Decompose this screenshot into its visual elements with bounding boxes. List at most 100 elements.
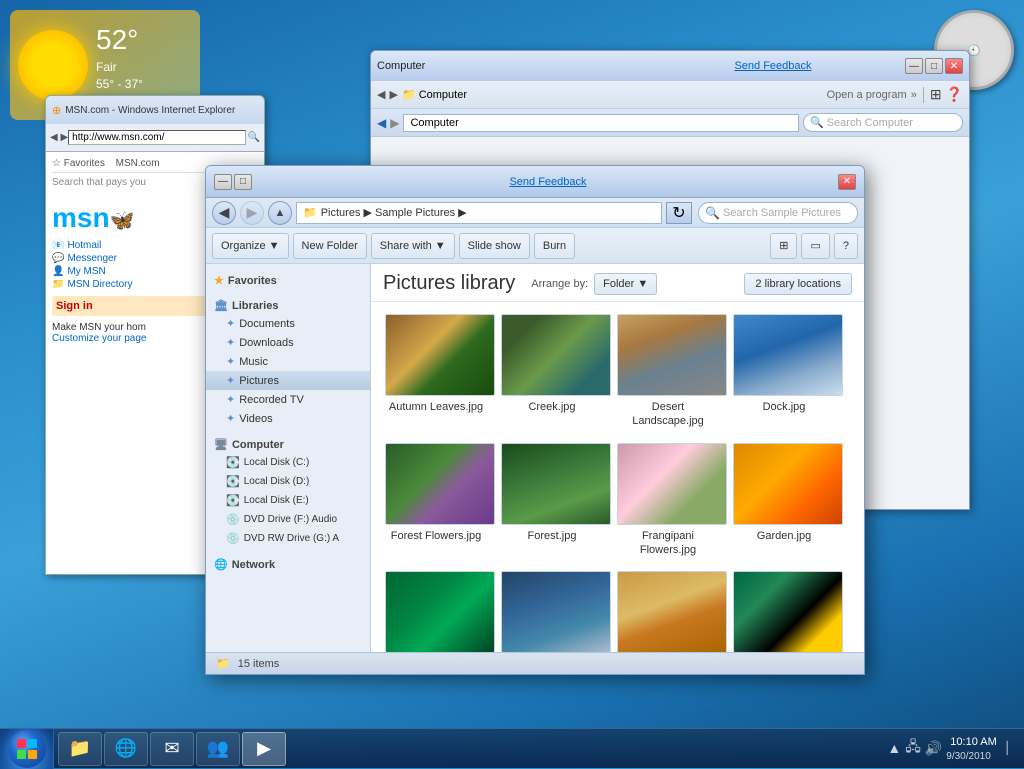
help-btn[interactable]: ? [834, 233, 858, 259]
image-grid: Autumn Leaves.jpg Creek.jpg Desert Lands… [371, 302, 864, 674]
image-item[interactable]: Frangipani Flowers.jpg [613, 439, 723, 562]
computer-section[interactable]: 🖥 Computer [206, 434, 370, 453]
image-item[interactable]: Forest Flowers.jpg [381, 439, 491, 562]
status-items-count: 15 items [238, 658, 280, 670]
pictures-address-bar: ◀ ▶ ▲ 📁 Pictures ▶ Sample Pictures ▶ ↻ 🔍… [206, 198, 864, 228]
nav-videos[interactable]: ✦ Videos [206, 409, 370, 428]
image-item[interactable]: Desert Landscape.jpg [613, 310, 723, 433]
up-btn[interactable]: ▲ [268, 201, 292, 225]
nav-music[interactable]: ✦ Music [206, 352, 370, 371]
weather-range: 55° - 37° [96, 76, 174, 93]
tray-clock[interactable]: 10:10 AM 9/30/2010 [946, 735, 1000, 761]
image-thumbnail [385, 314, 495, 396]
new-folder-btn[interactable]: New Folder [293, 233, 367, 259]
computer-title: Computer [377, 60, 641, 72]
windows-logo-icon [16, 738, 38, 760]
taskbar-items: 📁 🌐 ✉ 👥 ▶ [54, 732, 879, 766]
image-thumbnail [733, 571, 843, 653]
computer-close-btn[interactable]: ✕ [945, 58, 963, 74]
drive-c-icon: 💽 [226, 456, 240, 469]
arrange-label: Arrange by: [531, 278, 588, 290]
taskbar-messenger-btn[interactable]: 👥 [196, 732, 240, 766]
nav-local-disk-e[interactable]: 💽 Local Disk (E:) [206, 491, 370, 510]
image-thumbnail [501, 314, 611, 396]
image-thumbnail [733, 314, 843, 396]
nav-pane: ★ Favorites 🏛 Libraries ✦ Documents ✦ Do… [206, 264, 371, 674]
taskbar-media-btn[interactable]: ▶ [242, 732, 286, 766]
share-with-btn[interactable]: Share with ▼ [371, 233, 455, 259]
pictures-maximize-btn[interactable]: □ [234, 174, 252, 190]
computer-send-feedback[interactable]: Send Feedback [641, 60, 905, 72]
image-thumbnail [385, 443, 495, 525]
recorded-tv-icon: ✦ [226, 393, 235, 406]
tray-volume-icon[interactable]: 🔊 [925, 740, 942, 757]
arrange-by-btn[interactable]: Folder ▼ [594, 273, 657, 295]
library-locations-btn[interactable]: 2 library locations [744, 273, 852, 295]
libraries-icon: 🏛 [214, 299, 228, 312]
nav-recorded-tv[interactable]: ✦ Recorded TV [206, 390, 370, 409]
pictures-icon: ✦ [226, 374, 235, 387]
view-pane-btn[interactable]: ▭ [801, 233, 829, 259]
nav-dvd-g[interactable]: 💿 DVD RW Drive (G:) A [206, 529, 370, 548]
downloads-icon: ✦ [226, 336, 235, 349]
refresh-btn[interactable]: ↻ [666, 202, 692, 224]
nav-pictures[interactable]: ✦ Pictures [206, 371, 370, 390]
pictures-close-btn[interactable]: ✕ [838, 174, 856, 190]
nav-downloads[interactable]: ✦ Downloads [206, 333, 370, 352]
organize-btn[interactable]: Organize ▼ [212, 233, 289, 259]
start-orb [8, 730, 46, 768]
forward-btn[interactable]: ▶ [240, 201, 264, 225]
pictures-window: — □ Send Feedback ✕ ◀ ▶ ▲ 📁 Pictures ▶ S… [205, 165, 865, 675]
image-thumbnail [733, 443, 843, 525]
image-thumbnail [385, 571, 495, 653]
computer-maximize-btn[interactable]: □ [925, 58, 943, 74]
dvd-f-icon: 💿 [226, 513, 240, 526]
image-item[interactable]: Creek.jpg [497, 310, 607, 433]
clock-time: 10:10 AM [946, 735, 1000, 750]
slide-show-btn[interactable]: Slide show [459, 233, 530, 259]
taskbar-mail-btn[interactable]: ✉ [150, 732, 194, 766]
main-area: ★ Favorites 🏛 Libraries ✦ Documents ✦ Do… [206, 264, 864, 674]
pictures-minimize-btn[interactable]: — [214, 174, 232, 190]
image-item[interactable]: Autumn Leaves.jpg [381, 310, 491, 433]
tray-arrow-icon[interactable]: ▲ [887, 740, 901, 756]
back-btn[interactable]: ◀ [212, 201, 236, 225]
weather-temperature: 52° [96, 20, 174, 59]
pictures-send-feedback[interactable]: Send Feedback [258, 176, 838, 188]
ie-url-input[interactable] [68, 130, 245, 145]
computer-search-input[interactable]: 🔍 Search Computer [803, 113, 963, 132]
address-path: 📁 Pictures ▶ Sample Pictures ▶ [296, 202, 662, 224]
start-button[interactable] [0, 729, 54, 769]
favorites-section[interactable]: ★ Favorites [206, 270, 370, 289]
nav-local-disk-d[interactable]: 💽 Local Disk (D:) [206, 472, 370, 491]
videos-icon: ✦ [226, 412, 235, 425]
tray-network-icon[interactable]: 🖧 [905, 736, 921, 760]
search-icon: 🔍 [705, 206, 720, 220]
view-btn[interactable]: ⊞ [770, 233, 797, 259]
weather-sun-icon [18, 30, 88, 100]
burn-btn[interactable]: Burn [534, 233, 575, 259]
computer-back-btn[interactable]: ◀ [377, 116, 386, 130]
taskbar-explorer-btn[interactable]: 📁 [58, 732, 102, 766]
libraries-section[interactable]: 🏛 Libraries [206, 295, 370, 314]
image-item[interactable]: Garden.jpg [729, 439, 839, 562]
computer-minimize-btn[interactable]: — [905, 58, 923, 74]
image-thumbnail [617, 443, 727, 525]
image-item[interactable]: Dock.jpg [729, 310, 839, 433]
taskbar-ie-btn[interactable]: 🌐 [104, 732, 148, 766]
status-folder-icon: 📁 [216, 657, 230, 670]
image-item[interactable]: Forest.jpg [497, 439, 607, 562]
search-input[interactable]: 🔍 Search Sample Pictures [698, 202, 858, 224]
nav-dvd-f[interactable]: 💿 DVD Drive (F:) Audio [206, 510, 370, 529]
show-desktop-btn[interactable]: ▏ [1007, 741, 1016, 755]
network-section[interactable]: 🌐 Network [206, 554, 370, 573]
music-icon: ✦ [226, 355, 235, 368]
network-icon: 🌐 [214, 558, 228, 571]
drive-e-icon: 💽 [226, 494, 240, 507]
ie-addressbar: ◀ ▶ 🔍 [46, 124, 264, 152]
nav-documents[interactable]: ✦ Documents [206, 314, 370, 333]
drive-d-icon: 💽 [226, 475, 240, 488]
nav-local-disk-c[interactable]: 💽 Local Disk (C:) [206, 453, 370, 472]
taskbar-tray: ▲ 🖧 🔊 10:10 AM 9/30/2010 ▏ [879, 735, 1024, 761]
library-header: Pictures library Arrange by: Folder ▼ 2 … [371, 264, 864, 302]
